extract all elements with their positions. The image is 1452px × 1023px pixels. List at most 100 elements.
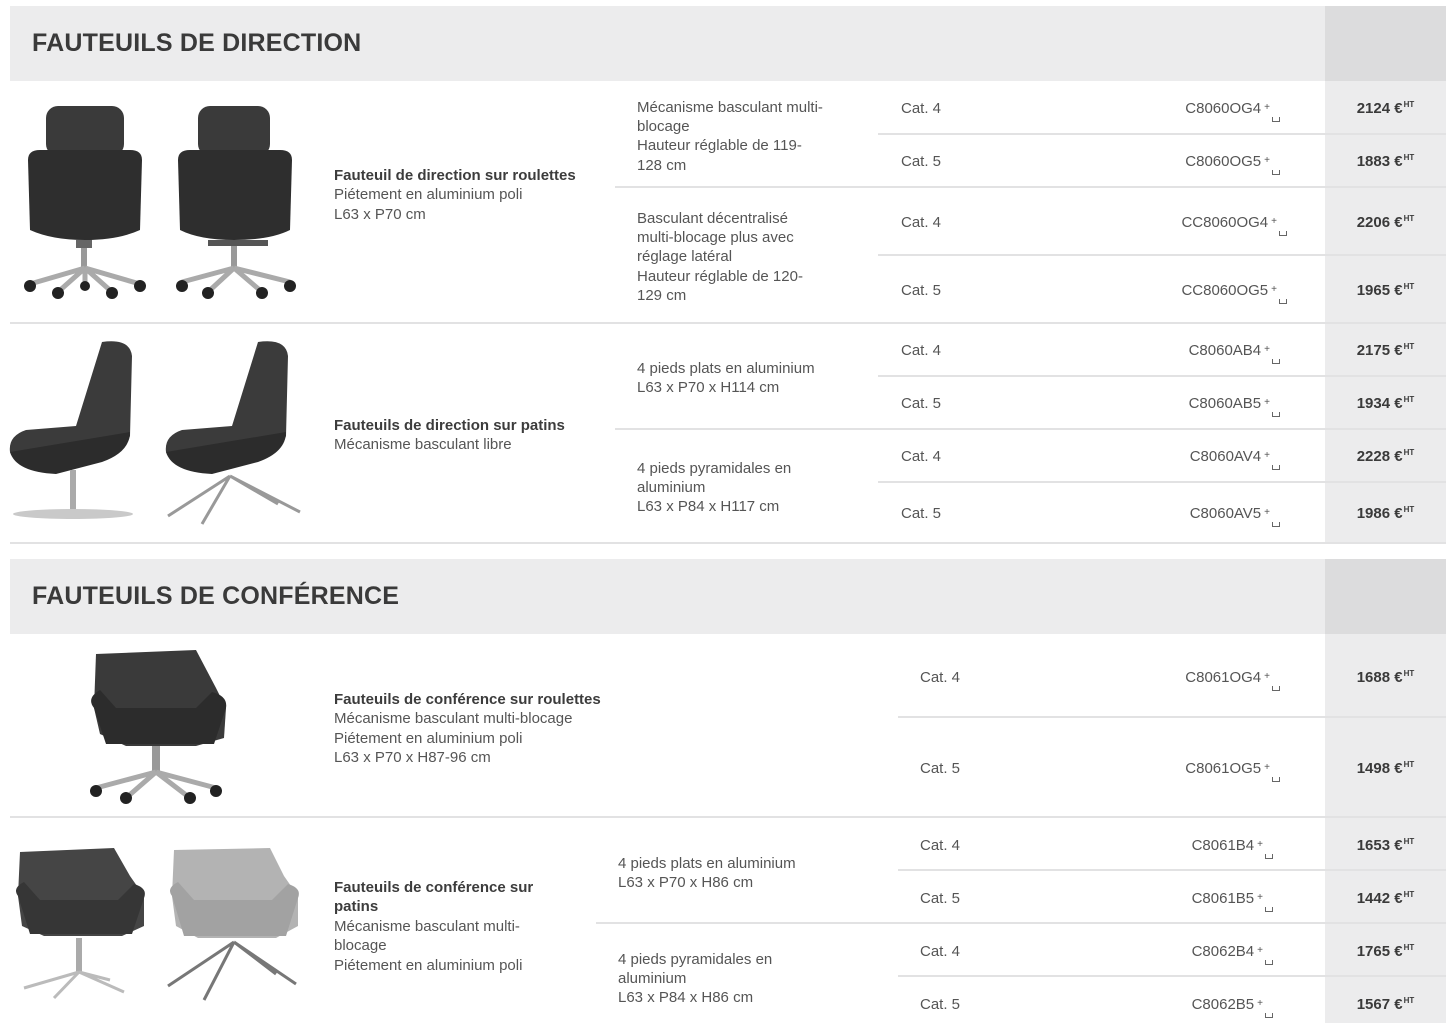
price-amount: 1986 € <box>1356 505 1403 522</box>
category-label: Cat. 4 <box>920 669 961 686</box>
price-amount: 1688 € <box>1356 669 1403 686</box>
chair-image-conference-swivel <box>90 650 227 804</box>
price-amount: 2124 € <box>1356 100 1403 117</box>
tax-label: HT <box>1403 342 1415 351</box>
row-divider <box>898 716 1446 718</box>
product-spec: Piétement en aluminium poli <box>334 729 523 747</box>
row-divider <box>615 428 1446 430</box>
option-line: blocage <box>637 118 690 136</box>
product-reference: C8061B4 + <box>1093 837 1273 859</box>
reference-code: C8061OG5 <box>1185 760 1262 777</box>
category-label: Cat. 5 <box>920 760 961 777</box>
tax-label: HT <box>1403 505 1415 514</box>
chair-image-conference-flat <box>16 848 145 1000</box>
option-line: 4 pieds pyramidales en <box>618 951 773 968</box>
product-dimensions: L63 x P70 cm <box>334 205 426 223</box>
section-divider <box>10 542 1446 544</box>
option-line: Mécanisme basculant multi- <box>637 99 823 116</box>
product-spec: Mécanisme basculant libre <box>334 436 512 454</box>
product-title: Fauteuils de conférence sur roulettes <box>334 691 601 708</box>
option-description: 4 pieds pyramidales en aluminium L63 x P… <box>618 950 858 1008</box>
option-line: 4 pieds pyramidales en <box>637 460 792 477</box>
category-label: Cat. 5 <box>901 395 942 412</box>
product-divider <box>10 322 1446 324</box>
option-line: L63 x P70 x H114 cm <box>637 379 780 397</box>
category-label: Cat. 4 <box>901 100 942 117</box>
price-value: 1986 €HT <box>1325 505 1446 522</box>
price-amount: 2175 € <box>1356 342 1403 359</box>
section-header-conference: FAUTEUILS DE CONFÉRENCE <box>10 559 1325 634</box>
price-amount: 1883 € <box>1356 153 1403 170</box>
tax-label: HT <box>1403 214 1415 223</box>
tax-label: HT <box>1403 943 1415 952</box>
price-amount: 1653 € <box>1356 837 1403 854</box>
row-divider <box>615 186 1446 188</box>
product-reference: C8060AV5 + <box>1100 505 1280 527</box>
price-amount: 2206 € <box>1356 214 1403 231</box>
option-line: Hauteur réglable de 120- <box>637 267 803 285</box>
row-divider <box>878 133 1446 135</box>
row-divider <box>898 975 1446 977</box>
price-value: 2124 €HT <box>1325 100 1446 117</box>
reference-code: C8060AV4 <box>1189 448 1262 465</box>
price-value: 1567 €HT <box>1325 996 1446 1013</box>
price-value: 1765 €HT <box>1325 943 1446 960</box>
option-line: L63 x P84 x H117 cm <box>637 498 780 516</box>
price-value: 1653 €HT <box>1325 837 1446 854</box>
option-line: L63 x P84 x H86 cm <box>618 989 754 1007</box>
price-column-header <box>1325 6 1446 81</box>
reference-code: C8060AB4 <box>1188 342 1262 359</box>
product-divider <box>10 816 1446 818</box>
tax-label: HT <box>1403 448 1415 457</box>
product-reference: C8061OG5 + <box>1100 760 1280 782</box>
product-reference: C8062B4 + <box>1093 943 1273 965</box>
product-description: Fauteuil de direction sur roulettes Piét… <box>334 166 594 224</box>
tax-label: HT <box>1403 996 1415 1005</box>
reference-code: C8061OG4 <box>1185 669 1262 686</box>
price-column <box>1325 634 1446 1023</box>
row-divider <box>596 922 1446 924</box>
product-title-line: Fauteuils de conférence sur <box>334 879 534 896</box>
option-description: 4 pieds plats en aluminium L63 x P70 x H… <box>637 359 867 397</box>
price-amount: 1765 € <box>1356 943 1403 960</box>
section-title: FAUTEUILS DE CONFÉRENCE <box>32 582 400 610</box>
row-divider <box>878 481 1446 483</box>
price-value: 1498 €HT <box>1325 760 1446 777</box>
category-label: Cat. 4 <box>901 342 942 359</box>
product-reference: CC8060OG4 + <box>1107 214 1287 236</box>
reference-code: C8062B5 <box>1191 996 1255 1013</box>
reference-code: C8060OG4 <box>1185 100 1262 117</box>
product-description: Fauteuils de conférence sur roulettes Mé… <box>334 690 654 768</box>
option-line: multi-blocage plus avec <box>637 229 794 247</box>
product-title-line: patins <box>334 898 379 916</box>
option-line: Basculant décentralisé <box>637 210 788 227</box>
option-line: L63 x P70 x H86 cm <box>618 874 754 892</box>
tax-label: HT <box>1403 282 1415 291</box>
price-value: 1688 €HT <box>1325 669 1446 686</box>
price-value: 1934 €HT <box>1325 395 1446 412</box>
category-label: Cat. 5 <box>901 282 942 299</box>
price-amount: 1934 € <box>1356 395 1403 412</box>
option-description: Basculant décentralisé multi-blocage plu… <box>637 209 867 305</box>
section-header-direction: FAUTEUILS DE DIRECTION <box>10 6 1325 81</box>
option-line: 129 cm <box>637 286 687 304</box>
reference-code: C8060AB5 <box>1188 395 1262 412</box>
price-amount: 1567 € <box>1356 996 1403 1013</box>
option-line: 128 cm <box>637 156 687 174</box>
option-line: aluminium <box>618 970 687 988</box>
category-label: Cat. 5 <box>901 505 942 522</box>
product-reference: C8061OG4 + <box>1100 669 1280 691</box>
price-value: 2175 €HT <box>1325 342 1446 359</box>
option-description: 4 pieds pyramidales en aluminium L63 x P… <box>637 459 867 517</box>
price-value: 1883 €HT <box>1325 153 1446 170</box>
product-description: Fauteuils de conférence sur patins Mécan… <box>334 878 574 975</box>
product-dimensions: L63 x P70 x H87-96 cm <box>334 749 491 767</box>
reference-code: C8061B5 <box>1191 890 1255 907</box>
section-title: FAUTEUILS DE DIRECTION <box>32 29 362 57</box>
product-reference: CC8060OG5 + <box>1107 282 1287 304</box>
category-label: Cat. 5 <box>920 890 961 907</box>
option-line: aluminium <box>637 479 706 497</box>
reference-code: C8060OG5 <box>1185 153 1262 170</box>
option-line: 4 pieds plats en aluminium <box>637 360 815 377</box>
row-divider <box>898 869 1446 871</box>
